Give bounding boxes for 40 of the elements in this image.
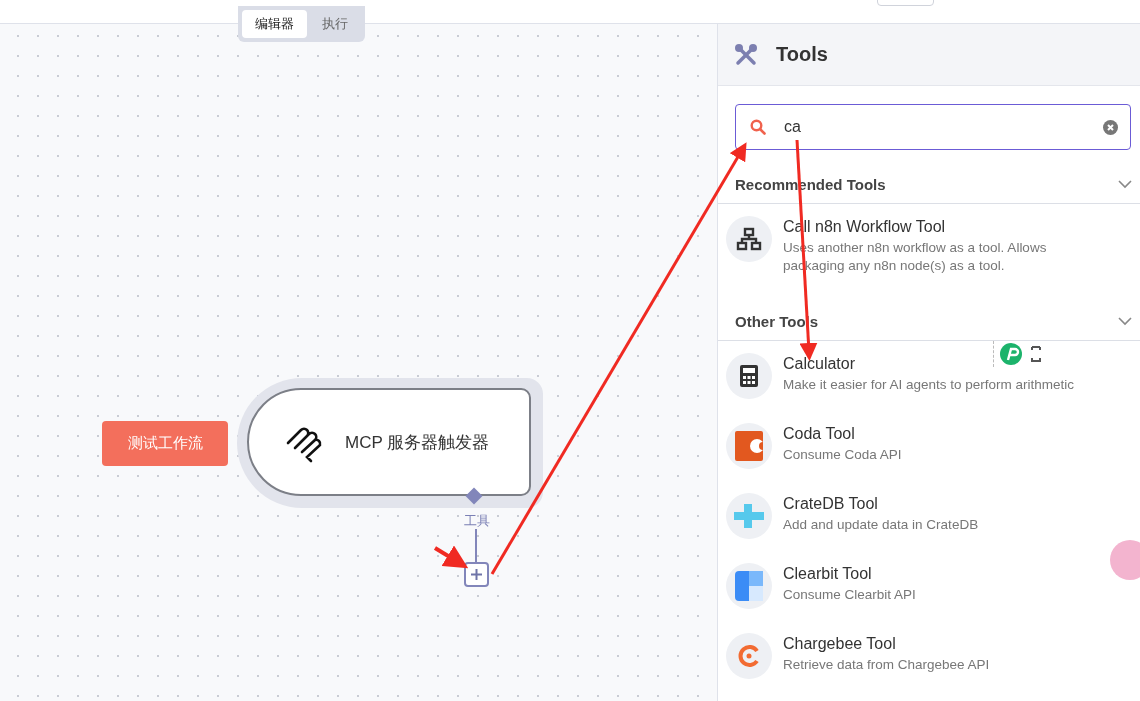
add-button[interactable] [464, 562, 489, 587]
extension-icon[interactable] [1000, 343, 1022, 365]
plus-icon [470, 568, 483, 581]
tool-title: CrateDB Tool [783, 495, 879, 513]
clear-icon[interactable] [1103, 119, 1118, 135]
node-title: MCP 服务器触发器 [345, 431, 490, 454]
tool-item[interactable]: Clearbit Tool Consume Clearbit API [718, 551, 1140, 621]
quarters-icon [735, 571, 763, 601]
search-input[interactable]: ca [782, 117, 1087, 137]
tool-title: Chargebee Tool [783, 635, 897, 653]
tool-item[interactable]: CrateDB Tool Add and update data in CrateDB [718, 481, 1140, 551]
square-c-icon [735, 431, 763, 461]
tool-description: Make it easier for AI agents to perform arithmetic [783, 376, 1075, 394]
search-icon [750, 119, 766, 135]
chevron-icon[interactable] [1118, 317, 1132, 326]
tool-title: Calculator [783, 355, 857, 373]
tool-item[interactable]: Coda Tool Consume Coda API [718, 411, 1140, 481]
chevron-icon[interactable] [1118, 180, 1132, 189]
tool-item[interactable]: Chargebee Tool Retrieve data from Chargebee API [718, 621, 1140, 691]
cross-icon [734, 504, 764, 528]
tool-title: Clearbit Tool [783, 565, 873, 583]
c-ring-icon [737, 644, 761, 668]
tab[interactable]: 编辑器 [242, 10, 307, 38]
annotation-arrow [433, 545, 469, 569]
tool-description: Add and update data in CrateDB [783, 516, 979, 534]
tool-item[interactable]: Calculator Make it easier for AI agents to perform arithmetic [718, 341, 1140, 411]
tool-description: Consume Clearbit API [783, 586, 916, 604]
tool-title: Coda Tool [783, 425, 856, 443]
panel-title: Tools [776, 43, 828, 66]
network-icon [736, 227, 762, 251]
workflow-node[interactable]: MCP 服务器触发器 [247, 388, 531, 496]
tool-description: Consume Coda API [783, 446, 902, 464]
calculator-icon [739, 364, 759, 388]
tool-description: Retrieve data from Chargebee API [783, 656, 990, 674]
tab[interactable]: 执行 [309, 10, 361, 38]
bracket-icon[interactable] [1030, 344, 1042, 364]
connector-label: 工具 [464, 512, 490, 530]
search-field[interactable]: ca [735, 104, 1131, 150]
connector-line [475, 529, 477, 563]
tools-icon [734, 42, 758, 67]
